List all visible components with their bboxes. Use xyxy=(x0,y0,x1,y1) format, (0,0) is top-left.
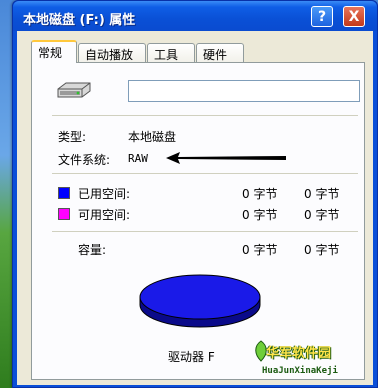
window-title: 本地磁盘 (F:) 属性 xyxy=(23,13,136,28)
tab-general[interactable]: 常规 xyxy=(31,40,77,63)
type-label: 类型: xyxy=(58,130,87,144)
free-space-swatch xyxy=(58,208,70,220)
separator-top xyxy=(52,115,358,116)
general-tab-panel: 类型: 本地磁盘 文件系统: RAW 已用空间: 0 字节 0 字节 可用空间:… xyxy=(31,62,365,380)
drive-letter-label: 驱动器 F xyxy=(168,350,215,364)
properties-window: 本地磁盘 (F:) 属性 ? X 常规 自动播放 工具 硬件 类型: 本地磁盘 … xyxy=(12,0,378,388)
used-space-size: 0 字节 xyxy=(304,187,340,201)
help-button[interactable]: ? xyxy=(311,6,333,27)
free-space-bytes: 0 字节 xyxy=(242,208,278,222)
capacity-label: 容量: xyxy=(78,243,107,257)
used-space-label: 已用空间: xyxy=(78,187,131,201)
separator-middle xyxy=(52,173,358,174)
hard-drive-icon xyxy=(57,82,91,98)
watermark-subtext: HuaJunXinaKeji xyxy=(262,366,338,376)
used-space-swatch xyxy=(58,187,70,199)
used-space-bytes: 0 字节 xyxy=(242,187,278,201)
volume-name-input[interactable] xyxy=(128,80,360,102)
free-space-size: 0 字节 xyxy=(304,208,340,222)
tab-autoplay[interactable]: 自动播放 xyxy=(78,43,146,62)
annotation-arrow xyxy=(166,152,286,164)
watermark-text: 华军软件园 xyxy=(266,346,332,361)
capacity-size: 0 字节 xyxy=(304,243,340,257)
disk-usage-pie xyxy=(139,274,261,328)
free-space-label: 可用空间: xyxy=(78,208,131,222)
dialog-client-area: 常规 自动播放 工具 硬件 类型: 本地磁盘 文件系统: RAW 已用空间: 0… xyxy=(17,31,373,385)
close-button[interactable]: X xyxy=(343,6,365,27)
separator-bottom xyxy=(52,231,358,232)
tab-tools[interactable]: 工具 xyxy=(147,43,195,62)
capacity-bytes: 0 字节 xyxy=(242,243,278,257)
site-watermark: 华军软件园 HuaJunXinaKeji xyxy=(252,336,366,384)
file-system-label: 文件系统: xyxy=(58,153,111,167)
tab-hardware[interactable]: 硬件 xyxy=(196,43,244,62)
pie-top xyxy=(139,274,261,320)
type-value: 本地磁盘 xyxy=(128,130,177,144)
title-bar[interactable]: 本地磁盘 (F:) 属性 ? X xyxy=(13,1,377,31)
file-system-value: RAW xyxy=(128,152,148,165)
